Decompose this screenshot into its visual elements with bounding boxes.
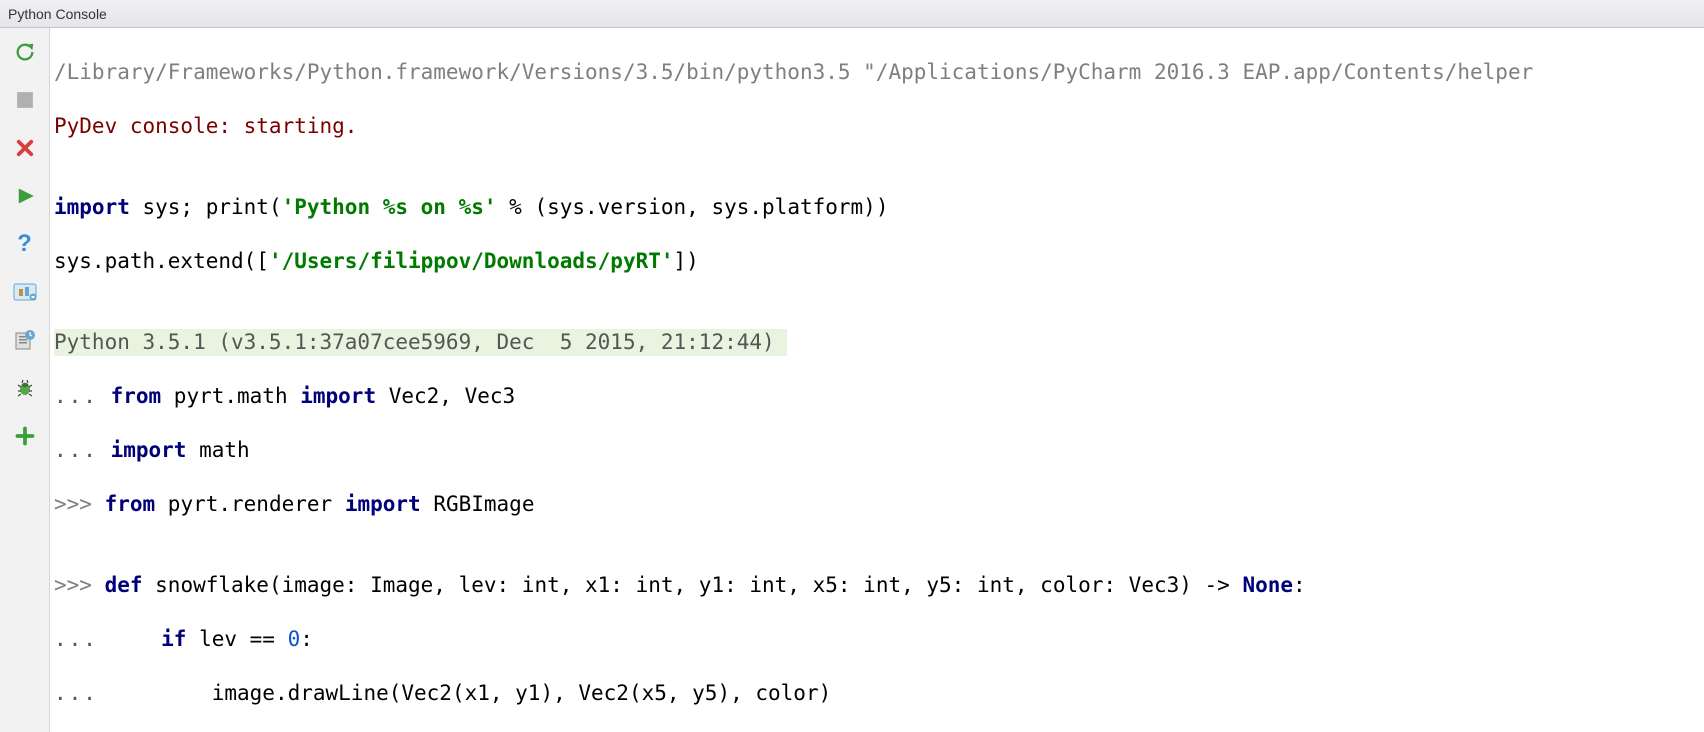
title-bar: Python Console [0, 0, 1704, 28]
python-version: Python 3.5.1 (v3.5.1:37a07cee5969, Dec 5… [54, 329, 1700, 356]
bug-icon [14, 377, 36, 399]
startup-line-1: import sys; print('Python %s on %s' % (s… [54, 194, 1700, 221]
close-icon [15, 138, 35, 158]
new-console-button[interactable] [9, 420, 41, 452]
stop-icon [16, 91, 34, 109]
code-line: ... image.drawLine(Vec2(x1, y1), Vec2(x5… [54, 680, 1700, 707]
close-button[interactable] [9, 132, 41, 164]
run-button[interactable] [9, 180, 41, 212]
interpreter-path: /Library/Frameworks/Python.framework/Ver… [54, 59, 1700, 86]
play-icon [15, 186, 35, 206]
code-line: >>> def snowflake(image: Image, lev: int… [54, 572, 1700, 599]
plus-icon [15, 426, 35, 446]
pydev-status: PyDev console: starting. [54, 113, 1700, 140]
toolbar: ? [0, 28, 50, 732]
code-line: ... from pyrt.math import Vec2, Vec3 [54, 383, 1700, 410]
history-icon [14, 329, 36, 351]
history-button[interactable] [9, 324, 41, 356]
rerun-icon [14, 41, 36, 63]
title-text: Python Console [8, 6, 107, 22]
question-icon: ? [17, 230, 32, 258]
rerun-button[interactable] [9, 36, 41, 68]
variables-button[interactable] [9, 276, 41, 308]
code-line: ... if lev == 0: [54, 626, 1700, 653]
help-button[interactable]: ? [9, 228, 41, 260]
console-output[interactable]: /Library/Frameworks/Python.framework/Ver… [50, 28, 1704, 732]
stop-button[interactable] [9, 84, 41, 116]
code-line: >>> from pyrt.renderer import RGBImage [54, 491, 1700, 518]
main-area: ? /Library/Frameworks/Python.framework/V… [0, 28, 1704, 732]
variables-icon [13, 282, 37, 302]
startup-line-2: sys.path.extend(['/Users/filippov/Downlo… [54, 248, 1700, 275]
code-line: ... import math [54, 437, 1700, 464]
debug-button[interactable] [9, 372, 41, 404]
